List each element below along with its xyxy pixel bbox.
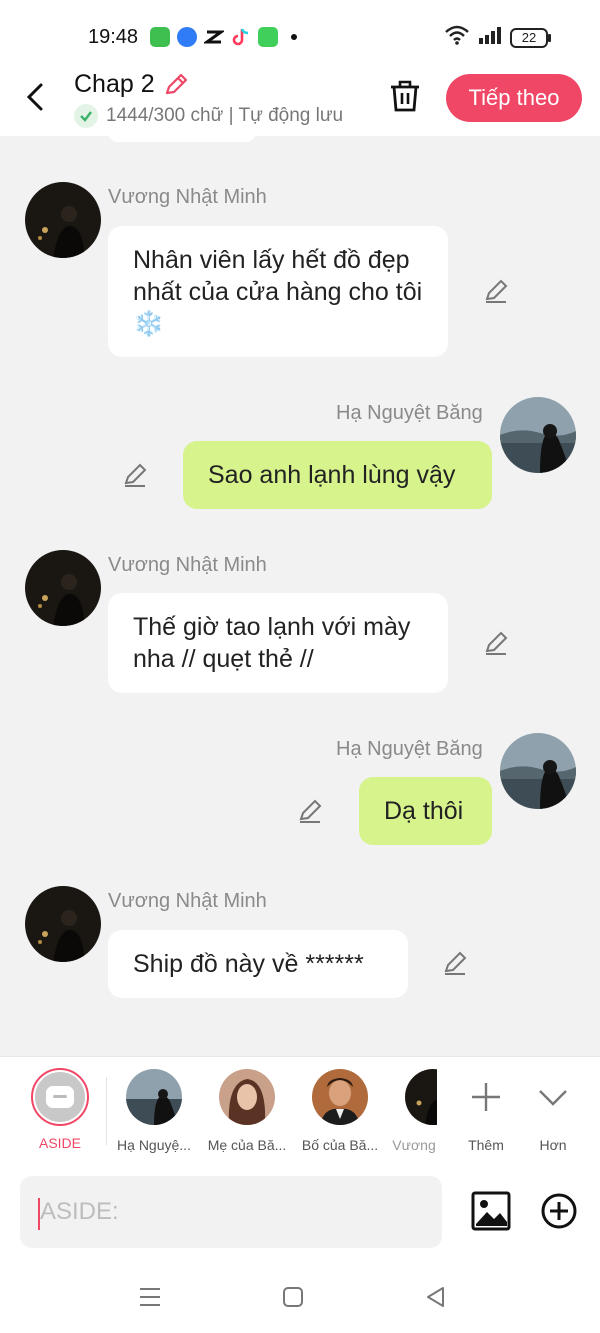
character-me-cua-bang[interactable]: Mẹ của Bă... bbox=[205, 1069, 289, 1153]
app-green-icon bbox=[150, 27, 170, 47]
battery-indicator: 22 bbox=[510, 27, 551, 48]
word-count-status: 1444/300 chữ | Tự động lưu bbox=[106, 105, 344, 126]
edit-message-icon[interactable] bbox=[483, 278, 509, 304]
character-label: Vương bbox=[392, 1137, 436, 1153]
trash-icon[interactable] bbox=[388, 78, 422, 114]
tiktok-icon bbox=[231, 27, 251, 47]
add-label: Thêm bbox=[468, 1137, 504, 1153]
avatar-ha-nguyet-bang[interactable] bbox=[500, 397, 576, 473]
expand-button[interactable]: Hơn bbox=[525, 1069, 581, 1153]
status-app-icons bbox=[150, 27, 297, 47]
character-bo-cua-bang[interactable]: Bố của Bă... bbox=[298, 1069, 382, 1153]
character-ha-nguyet-bang[interactable]: Hạ Nguyệ... bbox=[112, 1069, 196, 1153]
chat-area[interactable]: Vương Nhật Minh Nhân viên lấy hết đồ đẹp… bbox=[0, 136, 600, 1056]
notification-dot bbox=[291, 34, 297, 40]
character-label: Hạ Nguyệ... bbox=[117, 1137, 191, 1153]
aside-button[interactable] bbox=[31, 1068, 89, 1126]
message-bubble[interactable]: Ship đồ này về ****** bbox=[108, 930, 408, 998]
character-selector: ASIDE Hạ Nguyệ... Mẹ của Bă... Bố của Bă… bbox=[0, 1056, 600, 1166]
chapter-title[interactable]: Chap 2 bbox=[74, 70, 155, 99]
sender-name: Hạ Nguyệt Băng bbox=[336, 738, 483, 760]
character-avatar bbox=[219, 1069, 275, 1125]
edit-title-icon[interactable] bbox=[163, 72, 189, 98]
chevron-down-icon bbox=[525, 1069, 581, 1125]
edit-message-icon[interactable] bbox=[442, 950, 468, 976]
menu-icon[interactable] bbox=[138, 1286, 162, 1313]
messages-icon bbox=[258, 27, 278, 47]
status-bar: 19:48 22 bbox=[0, 0, 600, 70]
message-bubble[interactable]: Nhân viên lấy hết đồ đẹp nhất của cửa hà… bbox=[108, 226, 448, 357]
character-label: Mẹ của Bă... bbox=[207, 1137, 287, 1153]
sender-name: Vương Nhật Minh bbox=[108, 186, 267, 208]
edit-message-icon[interactable] bbox=[297, 798, 323, 824]
image-icon[interactable] bbox=[470, 1190, 512, 1232]
back-button[interactable] bbox=[22, 80, 52, 114]
toolbar-divider bbox=[106, 1077, 107, 1145]
expand-label: Hơn bbox=[539, 1137, 567, 1153]
plus-icon bbox=[458, 1069, 514, 1125]
sender-name: Vương Nhật Minh bbox=[108, 890, 267, 912]
message-bubble[interactable]: Thế giờ tao lạnh với mày nha // quẹt thẻ… bbox=[108, 593, 448, 693]
add-circle-icon[interactable] bbox=[540, 1192, 578, 1230]
avatar-vuong-nhat-minh[interactable] bbox=[25, 550, 101, 626]
next-button[interactable]: Tiếp theo bbox=[446, 74, 582, 122]
sender-name: Hạ Nguyệt Băng bbox=[336, 402, 483, 424]
text-caret bbox=[38, 1198, 40, 1230]
edit-message-icon[interactable] bbox=[483, 630, 509, 656]
aside-label: ASIDE bbox=[38, 1135, 81, 1151]
avatar-vuong-nhat-minh[interactable] bbox=[25, 886, 101, 962]
capcut-icon bbox=[202, 27, 226, 47]
avatar-vuong-nhat-minh[interactable] bbox=[25, 182, 101, 258]
message-input[interactable] bbox=[20, 1176, 442, 1248]
avatar-ha-nguyet-bang[interactable] bbox=[500, 733, 576, 809]
add-character-button[interactable]: Thêm bbox=[458, 1069, 514, 1153]
save-status: 1444/300 chữ | Tự động lưu bbox=[74, 104, 343, 128]
check-icon bbox=[74, 104, 98, 128]
composer bbox=[0, 1164, 600, 1260]
character-avatar bbox=[405, 1069, 437, 1125]
header: Chap 2 1444/300 chữ | Tự động lưu Tiếp t… bbox=[0, 70, 600, 136]
home-icon[interactable] bbox=[282, 1286, 304, 1313]
message-bubble[interactable]: Dạ thôi bbox=[359, 777, 492, 845]
previous-bubble-stub bbox=[108, 136, 256, 142]
sender-name: Vương Nhật Minh bbox=[108, 554, 267, 576]
signal-icon bbox=[478, 25, 502, 50]
system-nav-bar bbox=[0, 1260, 600, 1333]
message-bubble[interactable]: Sao anh lạnh lùng vậy bbox=[183, 441, 492, 509]
character-avatar bbox=[126, 1069, 182, 1125]
character-vuong[interactable]: Vương bbox=[391, 1069, 437, 1153]
edit-message-icon[interactable] bbox=[122, 462, 148, 488]
status-indicators: 22 bbox=[444, 25, 551, 50]
wifi-icon bbox=[444, 25, 470, 50]
aside-avatar bbox=[35, 1072, 85, 1122]
back-nav-icon[interactable] bbox=[424, 1285, 446, 1314]
character-label: Bố của Bă... bbox=[301, 1137, 379, 1153]
character-avatar bbox=[312, 1069, 368, 1125]
app-blue-icon bbox=[177, 27, 197, 47]
status-time: 19:48 bbox=[88, 26, 139, 48]
